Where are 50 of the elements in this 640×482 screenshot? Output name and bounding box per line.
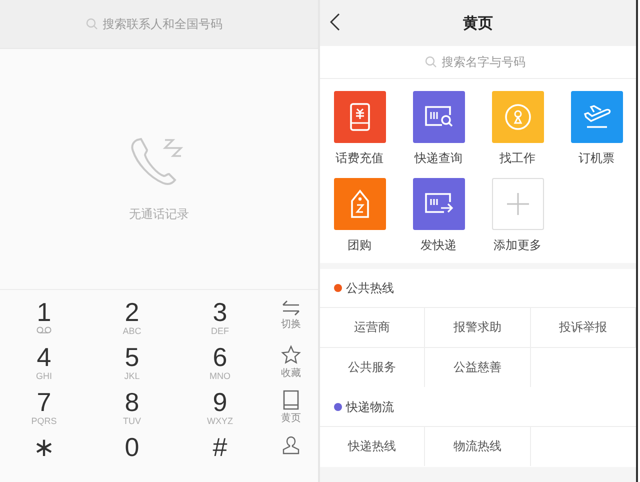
dial-key[interactable]: 6 MNO — [190, 343, 250, 388]
dial-key[interactable]: 7 PQRS — [14, 388, 74, 433]
shortcut-button[interactable]: 添加更多 — [478, 178, 557, 253]
star-icon — [281, 345, 301, 365]
price-tag-icon — [348, 189, 370, 219]
shortcut-button[interactable]: 话费充值 — [320, 91, 399, 166]
shortcut-button[interactable]: 快递查询 — [399, 91, 478, 166]
plus-icon — [506, 192, 530, 216]
section-title: 快递物流 — [346, 398, 394, 416]
person-icon — [281, 435, 301, 455]
dial-key[interactable]: 4 GHI — [14, 343, 74, 388]
shortcut-button[interactable]: 订机票 — [557, 91, 636, 166]
chevron-left-icon — [330, 13, 340, 31]
swap-button[interactable]: 切换 — [271, 300, 311, 343]
dial-key[interactable]: 0 — [102, 433, 162, 478]
dial-key[interactable]: 1 — [14, 298, 74, 343]
shortcut-button[interactable]: 发快递 — [399, 178, 478, 253]
badge-circle-icon — [504, 103, 532, 131]
page-title: 黄页 — [463, 14, 493, 32]
dial-key[interactable]: 3 DEF — [190, 298, 250, 343]
hotline-item[interactable]: 物流热线 — [425, 426, 531, 466]
swap-icon — [281, 300, 301, 316]
shortcut-button[interactable]: 团购 — [320, 178, 399, 253]
dial-key[interactable]: 5 JKL — [102, 343, 162, 388]
search-input[interactable]: 搜索名字与号码 — [442, 55, 532, 69]
search-field[interactable]: 搜索联系人和全国号码 — [0, 0, 318, 49]
hotline-item[interactable]: 运营商 — [320, 307, 426, 347]
search-field[interactable]: 搜索名字与号码 — [320, 46, 636, 79]
search-icon — [86, 18, 98, 30]
airplane-icon — [582, 104, 612, 130]
search-icon — [424, 56, 436, 68]
dial-key[interactable]: 9 WXYZ — [190, 388, 250, 433]
dial-key[interactable]: 2 ABC — [102, 298, 162, 343]
hotline-item[interactable]: 投诉举报 — [530, 307, 636, 347]
dial-key[interactable]: 8 TUV — [102, 388, 162, 433]
shortcut-button[interactable]: 找工作 — [478, 91, 557, 166]
hotline-item[interactable]: 公共服务 — [320, 347, 426, 387]
package-search-icon — [424, 105, 454, 129]
hotline-item[interactable]: 公益慈善 — [425, 347, 531, 387]
voicemail-icon — [36, 326, 52, 334]
package-send-icon — [424, 192, 454, 216]
hotline-item[interactable]: 快递热线 — [320, 426, 426, 466]
book-icon — [282, 390, 300, 410]
search-input[interactable]: 搜索联系人和全国号码 — [102, 17, 232, 31]
dial-key[interactable]: # — [190, 433, 250, 478]
empty-message: 无通话记录 — [129, 206, 189, 222]
dial-key[interactable]: ∗ — [14, 433, 74, 478]
hotline-item[interactable]: 报警求助 — [425, 307, 531, 347]
section-title: 公共热线 — [346, 280, 394, 296]
phone-yuan-icon — [348, 103, 370, 131]
